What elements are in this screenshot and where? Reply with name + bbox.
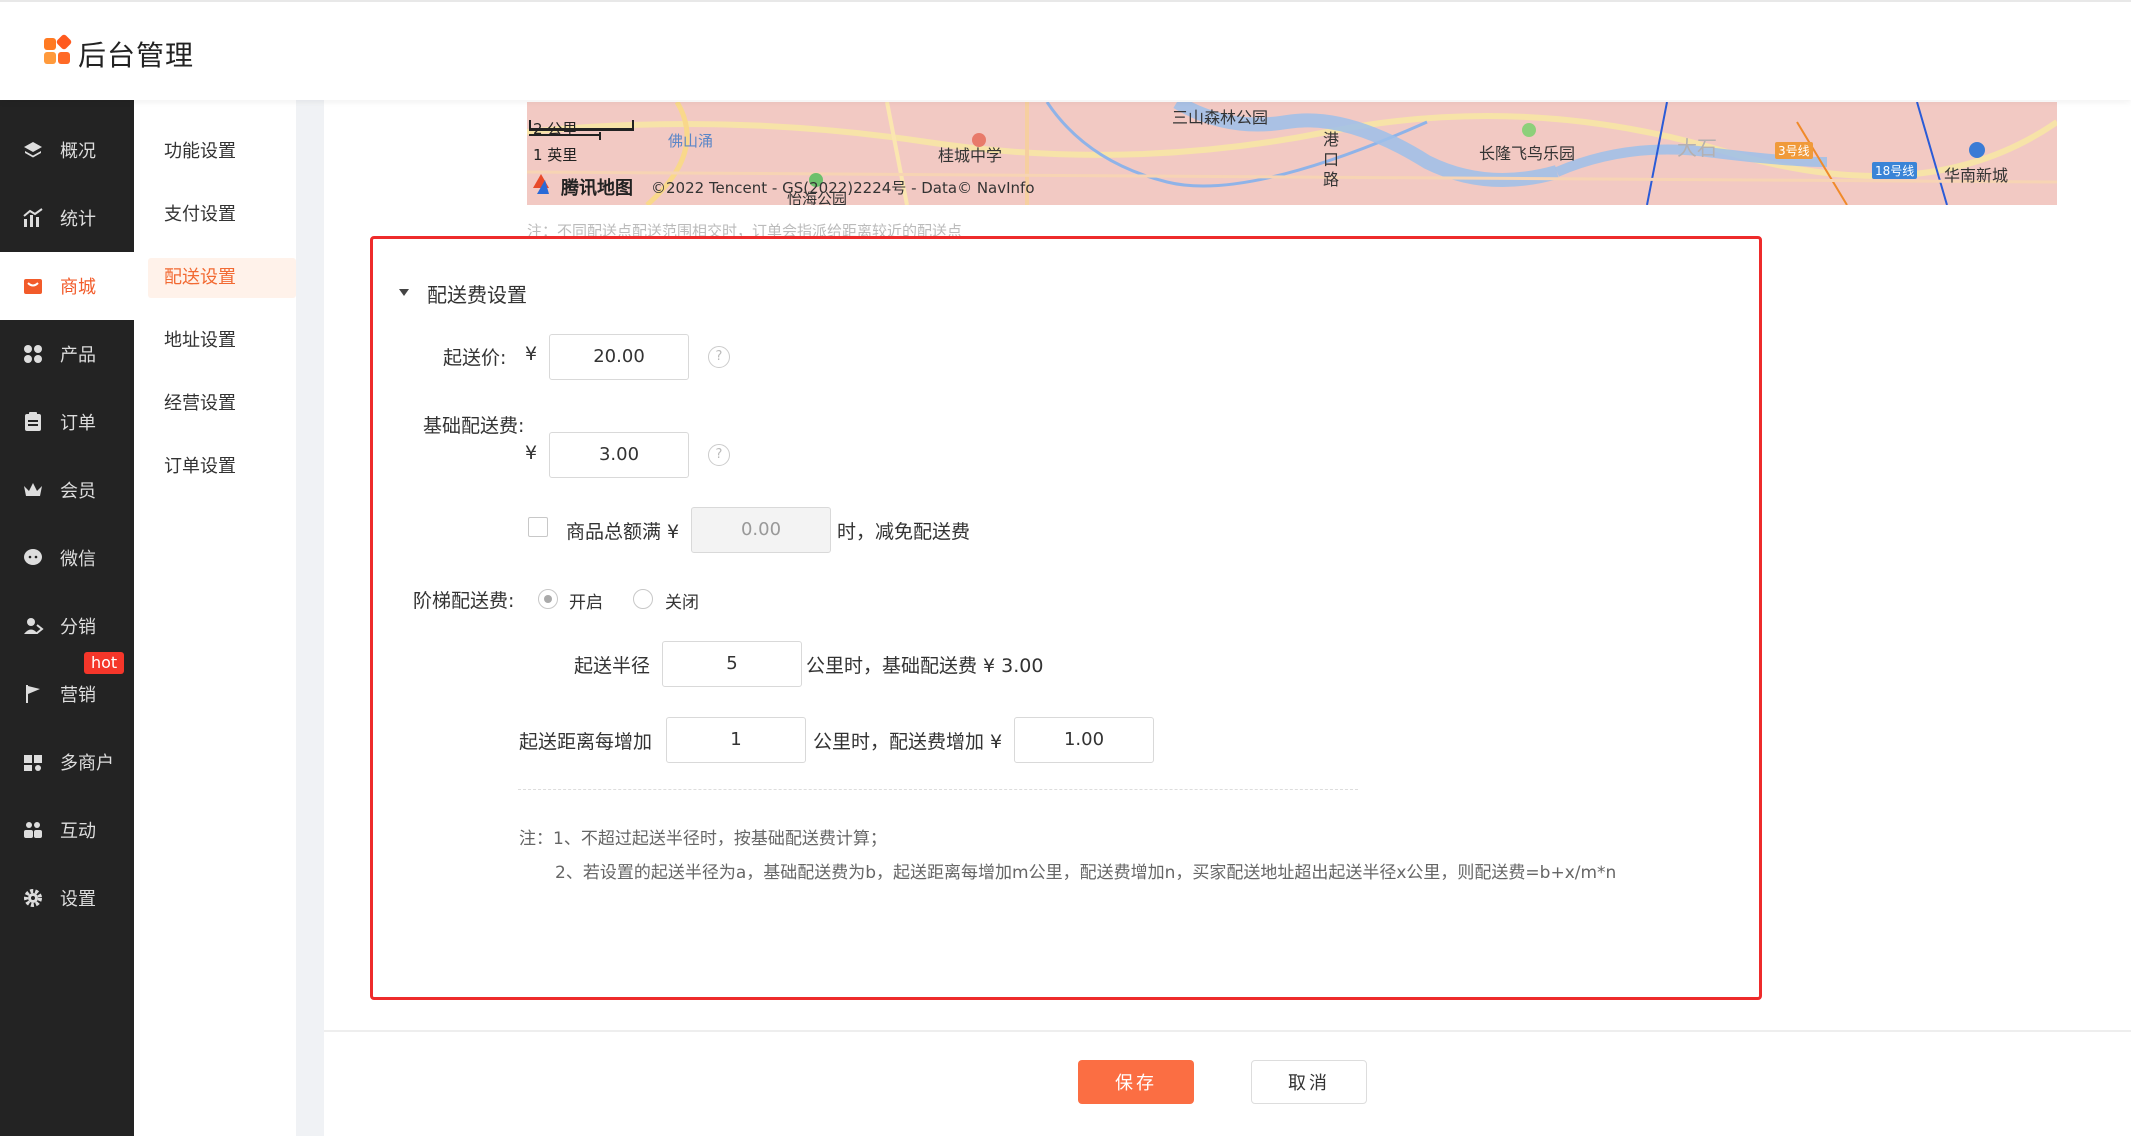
help-icon[interactable]: ? <box>708 346 730 368</box>
sidebar-item-label: 商城 <box>60 277 96 298</box>
shop-icon <box>22 275 44 297</box>
people-icon <box>22 819 44 841</box>
layers-icon <box>22 139 44 161</box>
sidebar-item-interaction[interactable]: 互动 <box>0 796 134 864</box>
sidebar-item-member[interactable]: 会员 <box>0 456 134 524</box>
map-label: 佛山涌 <box>668 132 714 150</box>
map-label: 港口路 <box>1323 130 1340 189</box>
min-order-label: 起送价: <box>443 347 507 369</box>
map-label: 三山森林公园 <box>1172 108 1269 127</box>
free-shipping-input[interactable]: 0.00 <box>691 507 831 553</box>
section-title: 配送费设置 <box>427 283 527 307</box>
help-icon[interactable]: ? <box>708 444 730 466</box>
footer-bar <box>324 1032 2131 1136</box>
map-label: 华南新城 <box>1944 166 2009 185</box>
cancel-button[interactable]: 取消 <box>1251 1060 1367 1104</box>
map-scale-km: 2 公里 <box>533 120 578 138</box>
step-label: 起送距离每增加 <box>519 731 653 753</box>
tier-off-label: 关闭 <box>665 593 699 613</box>
sidebar-item-order[interactable]: 订单 <box>0 388 134 456</box>
submenu-address-settings[interactable]: 地址设置 <box>148 321 296 361</box>
sidebar-item-stats[interactable]: 统计 <box>0 184 134 252</box>
base-fee-input[interactable]: 3.00 <box>549 432 689 478</box>
min-order-input[interactable]: 20.00 <box>549 334 689 380</box>
map-label: 大石 <box>1677 136 1717 160</box>
map-brand: 腾讯地图 <box>561 178 633 199</box>
map-label: 桂城中学 <box>938 146 1003 165</box>
step-distance-input[interactable]: 1 <box>666 717 806 763</box>
submenu-function-settings[interactable]: 功能设置 <box>148 132 296 172</box>
caret-down-icon[interactable] <box>399 289 409 297</box>
sidebar-item-label: 分销 <box>60 617 96 638</box>
free-shipping-suffix: 时，减免配送费 <box>837 521 971 543</box>
sidebar-item-label: 订单 <box>60 413 96 434</box>
sidebar-item-distribution[interactable]: 分销 <box>0 592 134 660</box>
radius-input[interactable]: 5 <box>662 641 802 687</box>
sidebar-item-label: 会员 <box>60 481 96 502</box>
sidebar-item-label: 营销 <box>60 685 96 706</box>
hot-badge: hot <box>84 652 125 674</box>
chat-icon <box>22 547 44 569</box>
clipboard-icon <box>22 411 44 433</box>
note-line-2: 2、若设置的起送半径为a，基础配送费为b，起送距离每增加m公里，配送费增加n，买… <box>555 863 1617 883</box>
sidebar-item-label: 微信 <box>60 549 96 570</box>
base-fee-label: 基础配送费: <box>423 415 525 437</box>
map-label: 长隆飞鸟乐园 <box>1479 144 1576 163</box>
user-share-icon <box>22 615 44 637</box>
grid-icon <box>22 343 44 365</box>
note-line-1: 注：1、不超过起送半径时，按基础配送费计算； <box>519 829 887 849</box>
sidebar-item-label: 产品 <box>60 345 96 366</box>
flag-icon <box>22 683 44 705</box>
delivery-map[interactable]: 2 公里 1 英里 腾讯地图 ©2022 Tencent - GS(2022)2… <box>527 102 2057 205</box>
radius-suffix: 公里时，基础配送费 ¥ 3.00 <box>806 655 1044 677</box>
submenu-business-settings[interactable]: 经营设置 <box>148 384 296 424</box>
crown-icon <box>22 479 44 501</box>
tier-on-radio[interactable] <box>538 589 558 609</box>
map-scale-mi: 1 英里 <box>533 146 578 164</box>
save-button[interactable]: 保存 <box>1078 1060 1194 1104</box>
sidebar-item-label: 设置 <box>60 889 96 910</box>
sidebar-item-label: 多商户 <box>60 753 114 774</box>
top-header: 后台管理 <box>0 0 2131 100</box>
delivery-fee-section: 配送费设置 起送价: ¥ 20.00 ? 基础配送费: ¥ 3.00 ? 商品总… <box>370 236 1762 1000</box>
store-icon <box>22 751 44 773</box>
chart-icon <box>22 207 44 229</box>
sidebar-item-product[interactable]: 产品 <box>0 320 134 388</box>
logo-icon <box>44 33 73 66</box>
step-mid-label: 公里时，配送费增加 ¥ <box>813 731 1003 753</box>
app-title: 后台管理 <box>78 39 195 72</box>
sidebar-item-settings[interactable]: 设置 <box>0 864 134 932</box>
main-sidebar: 概况 统计 商城 产品 订单 会员 微信 分销 营销 多商户 互动 设置 <box>0 100 134 1136</box>
sidebar-item-wechat[interactable]: 微信 <box>0 524 134 592</box>
gear-icon <box>22 887 44 909</box>
map-label: 3号线 <box>1775 142 1813 159</box>
sidebar-item-label: 统计 <box>60 209 96 230</box>
sidebar-item-label: 概况 <box>60 141 96 162</box>
map-label: 18号线 <box>1872 162 1918 179</box>
submenu-order-settings[interactable]: 订单设置 <box>148 447 296 487</box>
tier-fee-label: 阶梯配送费: <box>413 590 515 612</box>
free-shipping-label: 商品总额满 ¥ <box>566 521 680 543</box>
submenu-delivery-settings[interactable]: 配送设置 <box>148 258 296 298</box>
map-label: 怡海公园 <box>787 190 848 205</box>
free-shipping-checkbox[interactable] <box>528 517 548 537</box>
sidebar-item-label: 互动 <box>60 821 96 842</box>
tier-on-label: 开启 <box>569 593 603 613</box>
radius-label: 起送半径 <box>574 655 651 677</box>
step-fee-input[interactable]: 1.00 <box>1014 717 1154 763</box>
currency-symbol: ¥ <box>525 442 538 464</box>
settings-submenu: 功能设置 支付设置 配送设置 地址设置 经营设置 订单设置 <box>134 100 296 1136</box>
divider <box>518 789 1358 790</box>
sidebar-item-overview[interactable]: 概况 <box>0 116 134 184</box>
submenu-payment-settings[interactable]: 支付设置 <box>148 195 296 235</box>
sidebar-item-mall[interactable]: 商城 <box>0 252 134 320</box>
sidebar-item-multi-merchant[interactable]: 多商户 <box>0 728 134 796</box>
tier-off-radio[interactable] <box>633 589 653 609</box>
currency-symbol: ¥ <box>525 343 538 365</box>
